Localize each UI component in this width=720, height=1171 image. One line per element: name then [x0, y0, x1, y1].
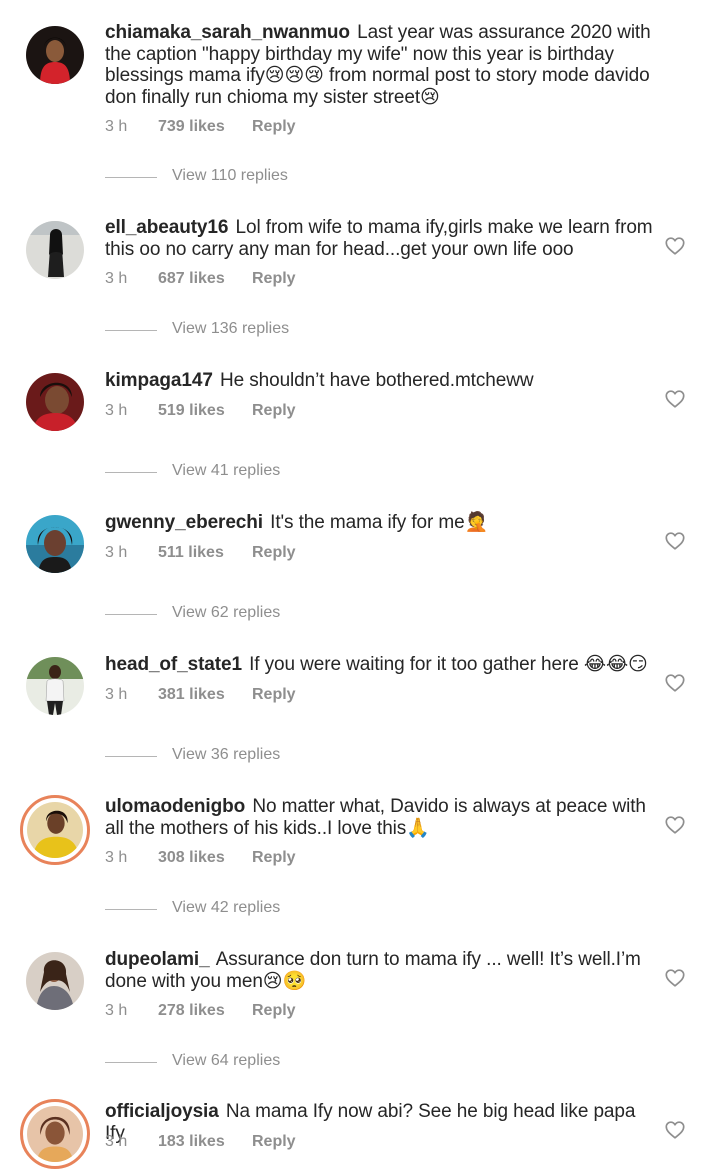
view-replies-label[interactable]: View 41 replies: [172, 462, 280, 480]
heart-outline-icon[interactable]: [664, 814, 686, 836]
avatar-icon: [26, 952, 84, 1010]
avatar-icon: [27, 1106, 83, 1162]
comment-likes[interactable]: 511 likes: [158, 544, 224, 562]
avatar[interactable]: [26, 952, 84, 1010]
view-replies-label[interactable]: View 62 replies: [172, 604, 280, 622]
reply-button[interactable]: Reply: [252, 686, 296, 704]
divider: [105, 614, 157, 615]
view-replies-label[interactable]: View 136 replies: [172, 320, 289, 338]
divider: [105, 472, 157, 473]
avatar[interactable]: [26, 657, 84, 715]
heart-outline-icon[interactable]: [664, 1119, 686, 1141]
heart-outline-icon[interactable]: [664, 235, 686, 257]
comment-body: It's the mama ify for me🤦: [270, 512, 489, 533]
comment-text: dupeolami_ Assurance don turn to mama if…: [105, 949, 655, 992]
avatar-icon: [26, 221, 84, 279]
heart-outline-icon[interactable]: [664, 388, 686, 410]
divider: [105, 909, 157, 910]
heart-outline-icon[interactable]: [664, 530, 686, 552]
comment-text: kimpaga147 He shouldn’t have bothered.mt…: [105, 370, 655, 392]
view-replies-label[interactable]: View 42 replies: [172, 899, 280, 917]
view-replies-label[interactable]: View 64 replies: [172, 1052, 280, 1070]
avatar[interactable]: [26, 221, 84, 279]
avatar-icon: [26, 26, 84, 84]
avatar[interactable]: [26, 373, 84, 431]
view-replies-label[interactable]: View 36 replies: [172, 746, 280, 764]
divider: [105, 756, 157, 757]
reply-button[interactable]: Reply: [252, 270, 296, 288]
comment-likes[interactable]: 183 likes: [158, 1133, 225, 1151]
avatar[interactable]: [20, 1099, 90, 1169]
comment-likes[interactable]: 687 likes: [158, 270, 225, 288]
comment-time: 3 h: [105, 1002, 128, 1019]
reply-button[interactable]: Reply: [252, 849, 296, 867]
comment-time: 3 h: [105, 402, 128, 419]
reply-button[interactable]: Reply: [252, 544, 296, 562]
avatar-icon: [26, 515, 84, 573]
comment-time: 3 h: [105, 686, 128, 703]
avatar[interactable]: [26, 515, 84, 573]
view-replies-label[interactable]: View 110 replies: [172, 167, 288, 185]
comment-username[interactable]: ulomaodenigbo: [105, 796, 245, 817]
comment-username[interactable]: chiamaka_sarah_nwanmuo: [105, 22, 350, 43]
comment-time: 3 h: [105, 544, 128, 561]
comment-time: 3 h: [105, 849, 128, 866]
comment-time: 3 h: [105, 270, 128, 287]
avatar-icon: [26, 657, 84, 715]
reply-button[interactable]: Reply: [252, 402, 296, 420]
reply-button[interactable]: Reply: [252, 118, 296, 136]
comment-time: 3 h: [105, 118, 128, 135]
comment-likes[interactable]: 308 likes: [158, 849, 225, 867]
comment-text: gwenny_eberechi It's the mama ify for me…: [105, 512, 655, 534]
comment-username[interactable]: officialjoysia: [105, 1101, 219, 1122]
reply-button[interactable]: Reply: [252, 1002, 296, 1020]
comment-time: 3 h: [105, 1133, 128, 1150]
comment-likes[interactable]: 519 likes: [158, 402, 225, 420]
comment-body: If you were waiting for it too gather he…: [249, 654, 648, 675]
comment-text: ell_abeauty16 Lol from wife to mama ify,…: [105, 217, 655, 260]
comment-likes[interactable]: 278 likes: [158, 1002, 225, 1020]
avatar-icon: [27, 802, 83, 858]
comment-username[interactable]: ell_abeauty16: [105, 217, 228, 238]
comment-text: head_of_state1 If you were waiting for i…: [105, 654, 655, 676]
comment-text: ulomaodenigbo No matter what, Davido is …: [105, 796, 655, 839]
avatar[interactable]: [26, 26, 84, 84]
comment-text: chiamaka_sarah_nwanmuo Last year was ass…: [105, 22, 655, 108]
comment-username[interactable]: head_of_state1: [105, 654, 242, 675]
comment-username[interactable]: dupeolami_: [105, 949, 210, 970]
divider: [105, 177, 157, 178]
heart-outline-icon[interactable]: [664, 672, 686, 694]
divider: [105, 330, 157, 331]
comment-likes[interactable]: 381 likes: [158, 686, 225, 704]
reply-button[interactable]: Reply: [252, 1133, 296, 1151]
comment-username[interactable]: gwenny_eberechi: [105, 512, 263, 533]
comment-username[interactable]: kimpaga147: [105, 370, 213, 391]
comment-likes[interactable]: 739 likes: [158, 118, 225, 136]
heart-outline-icon[interactable]: [664, 967, 686, 989]
avatar-icon: [26, 373, 84, 431]
avatar[interactable]: [20, 795, 90, 865]
comment-body: He shouldn’t have bothered.mtcheww: [219, 370, 534, 391]
divider: [105, 1062, 157, 1063]
